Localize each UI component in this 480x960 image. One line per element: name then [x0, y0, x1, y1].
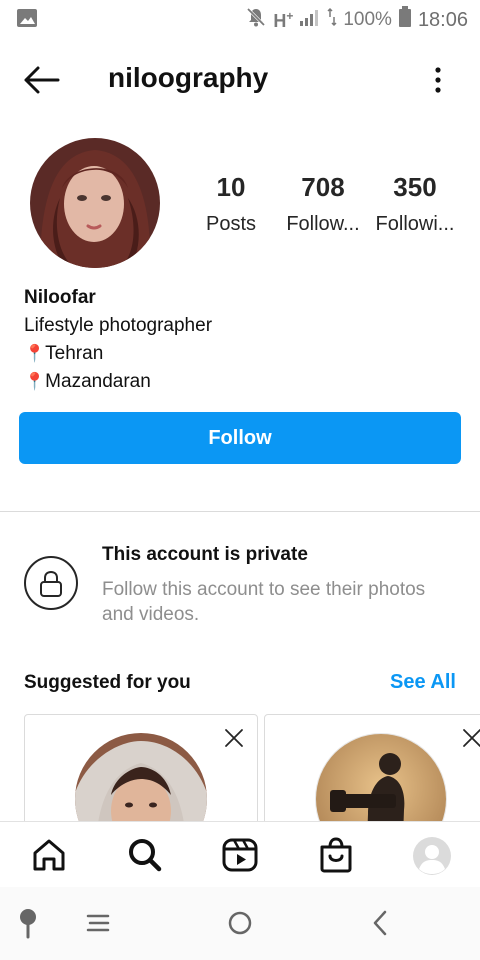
posts-stat[interactable]: 10 Posts [196, 172, 266, 236]
pin-icon: 📍 [24, 372, 46, 391]
bio-line: Lifestyle photographer [24, 315, 213, 336]
profile-name: Niloofar [24, 287, 96, 308]
following-count: 350 [393, 172, 437, 202]
private-title: This account is private [102, 544, 308, 565]
signal-icon [299, 7, 321, 33]
see-all-link[interactable]: See All [390, 671, 456, 694]
image-icon [16, 8, 38, 34]
location-line: 📍Mazandaran [24, 371, 151, 392]
back-chevron-icon[interactable] [364, 907, 396, 939]
shop-icon[interactable] [317, 836, 355, 874]
profile-avatar[interactable] [412, 836, 451, 875]
posts-count: 10 [216, 172, 246, 202]
battery-percent: 100% [343, 9, 392, 30]
reels-icon[interactable] [221, 836, 259, 874]
home-icon[interactable] [30, 836, 68, 874]
close-icon[interactable] [461, 727, 480, 749]
profile-header: niloography [0, 52, 480, 108]
pin-icon: 📍 [24, 344, 46, 363]
bottom-nav [0, 821, 480, 887]
following-label: Followi... [375, 213, 455, 235]
posts-label: Posts [205, 213, 257, 235]
mute-icon [245, 6, 267, 34]
section-divider [0, 511, 480, 512]
follow-button[interactable]: Follow [19, 412, 461, 464]
search-icon[interactable] [126, 836, 164, 874]
profile-username: niloography [108, 62, 269, 93]
menu-icon[interactable] [84, 907, 116, 939]
status-bar: H+ 100% 18:06 [0, 0, 480, 38]
lock-icon [24, 556, 78, 610]
home-circle-icon[interactable] [224, 907, 256, 939]
back-arrow-icon[interactable] [22, 64, 62, 96]
private-description: Follow this account to see their photos … [102, 579, 426, 625]
battery-icon [398, 6, 412, 34]
status-indicators: H+ 100% 18:06 [245, 6, 468, 34]
suggested-title: Suggested for you [24, 672, 191, 693]
following-stat[interactable]: 350 Followi... [372, 172, 458, 236]
followers-count: 708 [301, 172, 345, 202]
profile-bio: Niloofar Lifestyle photographer 📍Tehran … [24, 284, 212, 396]
profile-avatar[interactable] [30, 138, 160, 268]
location-line: 📍Tehran [24, 343, 104, 364]
assistant-icon[interactable] [14, 907, 46, 939]
followers-label: Follow... [286, 213, 360, 235]
system-nav-bar [0, 887, 480, 960]
network-type: H+ [273, 8, 294, 31]
data-activity-icon [327, 7, 337, 33]
followers-stat[interactable]: 708 Follow... [282, 172, 364, 236]
close-icon[interactable] [223, 727, 245, 749]
clock: 18:06 [417, 8, 468, 31]
more-options-icon[interactable] [430, 66, 446, 96]
